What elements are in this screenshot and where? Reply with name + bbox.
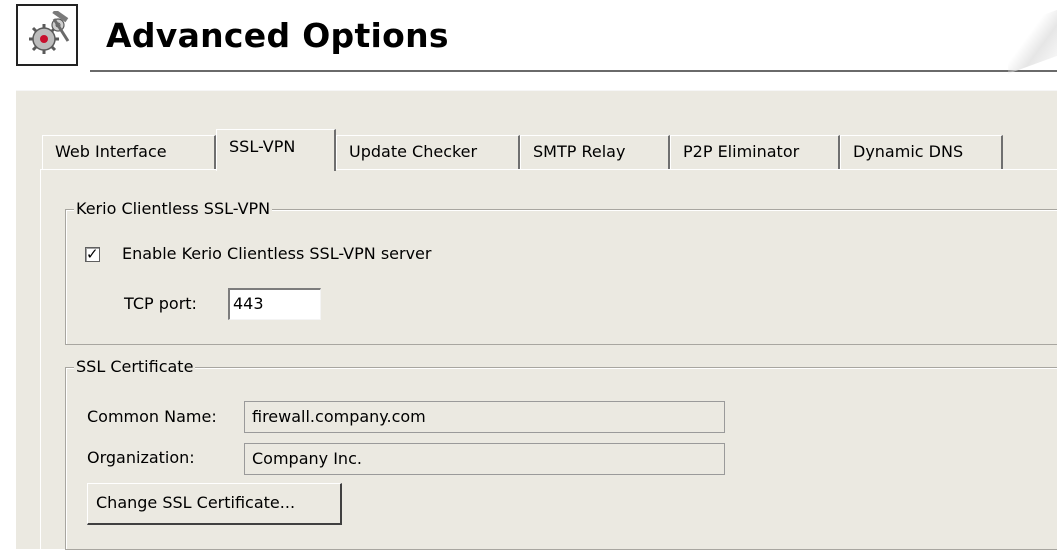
ssl-vpn-panel: Kerio Clientless SSL-VPN ✓ Enable Kerio … — [40, 169, 1057, 550]
tcp-port-input[interactable]: 443 — [228, 288, 321, 320]
tab-update-checker[interactable]: Update Checker — [336, 135, 520, 169]
clientless-vpn-legend: Kerio Clientless SSL-VPN — [74, 199, 273, 219]
enable-clientless-checkbox[interactable]: ✓ — [85, 245, 100, 263]
organization-field: Company Inc. — [244, 443, 725, 475]
tab-label: Web Interface — [55, 142, 167, 161]
tab-smtp-relay[interactable]: SMTP Relay — [520, 135, 670, 169]
tab-label: SMTP Relay — [533, 142, 626, 161]
tab-dynamic-dns[interactable]: Dynamic DNS — [840, 135, 1003, 169]
tab-label: Dynamic DNS — [853, 142, 964, 161]
ssl-certificate-legend: SSL Certificate — [74, 357, 196, 377]
clientless-vpn-group: Kerio Clientless SSL-VPN ✓ Enable Kerio … — [65, 199, 1057, 345]
tab-ssl-vpn[interactable]: SSL-VPN — [216, 129, 336, 171]
tab-web-interface[interactable]: Web Interface — [42, 135, 216, 169]
tab-label: P2P Eliminator — [683, 142, 800, 161]
header-icon-frame — [16, 4, 78, 66]
gears-wrench-icon — [29, 11, 70, 54]
tcp-port-label: TCP port: — [124, 294, 197, 313]
common-name-label: Common Name: — [87, 407, 217, 426]
organization-label: Organization: — [87, 448, 195, 467]
tab-label: Update Checker — [349, 142, 478, 161]
common-name-field: firewall.company.com — [244, 401, 725, 433]
title-divider — [90, 70, 1057, 72]
checkmark-icon: ✓ — [86, 245, 99, 263]
enable-clientless-label: Enable Kerio Clientless SSL-VPN server — [122, 244, 432, 263]
tab-p2p-eliminator[interactable]: P2P Eliminator — [670, 135, 840, 169]
page-title: Advanced Options — [106, 16, 449, 55]
ssl-certificate-group: SSL Certificate Common Name: firewall.co… — [65, 357, 1057, 550]
tab-label: SSL-VPN — [229, 137, 296, 156]
options-dialog: Web Interface SSL-VPN Update Checker SMT… — [16, 90, 1057, 550]
change-ssl-certificate-button[interactable]: Change SSL Certificate... — [87, 483, 342, 525]
corner-decoration — [1008, 2, 1057, 74]
